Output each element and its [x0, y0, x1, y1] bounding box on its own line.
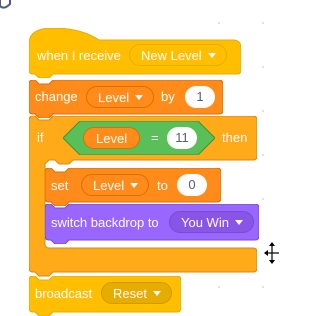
- level-reporter-label: Level: [96, 131, 128, 146]
- variable-dropdown[interactable]: Level: [86, 86, 155, 108]
- if-label: if: [37, 130, 44, 145]
- variable-dropdown-value: Level: [98, 90, 130, 105]
- chevron-down-icon: [135, 95, 144, 100]
- equals-operator-block[interactable]: Level = 11: [63, 121, 215, 155]
- level-variable-reporter[interactable]: Level: [83, 127, 141, 149]
- broadcast-label: broadcast: [35, 286, 93, 301]
- change-variable-block[interactable]: change Level by 1: [29, 80, 223, 118]
- set-variable-block[interactable]: set Level to 0: [45, 168, 221, 206]
- broadcast-message-value: Reset: [113, 286, 147, 301]
- backdrop-dropdown-value: You Win: [181, 215, 229, 230]
- message-dropdown-value: New Level: [141, 48, 202, 63]
- by-label: by: [161, 89, 175, 104]
- compare-value-input[interactable]: 11: [167, 127, 197, 149]
- header-fragment-icon: [0, 0, 11, 9]
- set-variable-dropdown-value: Level: [93, 178, 125, 193]
- switch-backdrop-block[interactable]: switch backdrop to You Win: [45, 204, 259, 244]
- move-cursor-icon: [264, 242, 279, 264]
- change-label: change: [35, 89, 78, 104]
- set-label: set: [51, 178, 69, 193]
- chevron-down-icon: [130, 183, 139, 188]
- to-label: to: [157, 178, 168, 193]
- chevron-down-icon: [152, 291, 161, 296]
- set-variable-dropdown[interactable]: Level: [81, 174, 150, 196]
- chevron-down-icon: [234, 220, 243, 225]
- set-value-input[interactable]: 0: [177, 174, 207, 196]
- broadcast-message-dropdown[interactable]: Reset: [101, 282, 172, 304]
- message-dropdown[interactable]: New Level: [129, 44, 227, 66]
- then-label: then: [222, 130, 248, 145]
- backdrop-dropdown[interactable]: You Win: [169, 211, 254, 233]
- chevron-down-icon: [207, 53, 216, 58]
- broadcast-block[interactable]: broadcast Reset: [29, 276, 181, 316]
- switch-backdrop-label: switch backdrop to: [51, 215, 159, 230]
- equals-label: =: [151, 130, 159, 145]
- change-amount-input[interactable]: 1: [185, 86, 215, 108]
- when-i-receive-label: when I receive: [37, 48, 121, 63]
- when-i-receive-hat-block[interactable]: when I receive New Level: [29, 28, 241, 78]
